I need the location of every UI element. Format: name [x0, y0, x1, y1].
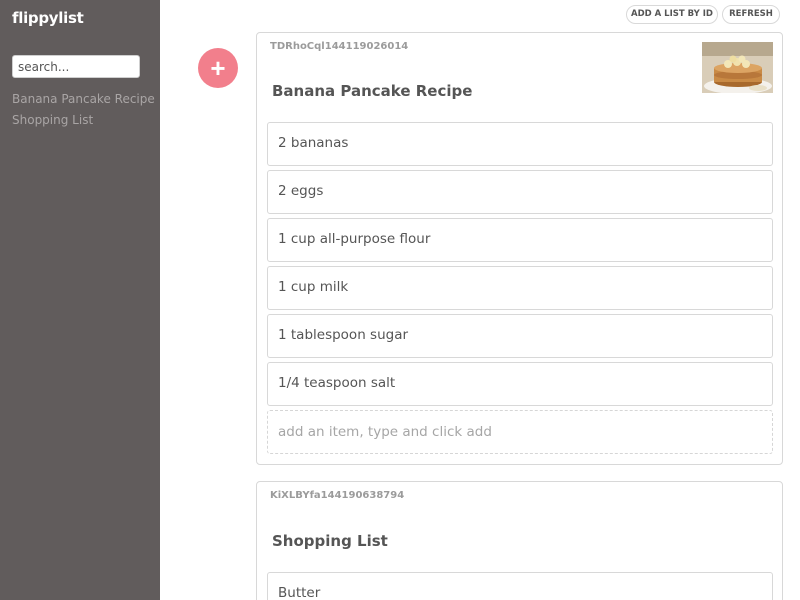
list-items: 2 bananas 2 eggs 1 cup all-purpose flour…	[267, 122, 773, 454]
list-item[interactable]: 2 bananas	[267, 122, 773, 166]
list-item[interactable]: 2 eggs	[267, 170, 773, 214]
sidebar-list-nav: Banana Pancake Recipe Shopping List	[12, 89, 155, 131]
refresh-button[interactable]: REFRESH	[722, 5, 780, 24]
list-item[interactable]: 1/4 teaspoon salt	[267, 362, 773, 406]
list-card-banana-pancake-recipe: TDRhoCql144119026014 Banana Pancake Reci…	[256, 32, 783, 465]
sidebar-item-shopping-list[interactable]: Shopping List	[12, 110, 155, 131]
add-item-input[interactable]	[267, 410, 773, 454]
list-id: KiXLBYfa144190638794	[270, 490, 405, 501]
add-list-button[interactable]: +	[198, 48, 238, 88]
pancake-photo-icon	[702, 42, 773, 93]
list-item[interactable]: Butter	[267, 572, 773, 600]
list-item[interactable]: 1 tablespoon sugar	[267, 314, 773, 358]
list-title[interactable]: Shopping List	[272, 532, 388, 550]
list-title[interactable]: Banana Pancake Recipe	[272, 82, 472, 100]
pancake-image	[702, 42, 773, 93]
add-list-by-id-button[interactable]: ADD A LIST BY ID	[626, 5, 718, 24]
list-item[interactable]: 1 cup all-purpose flour	[267, 218, 773, 262]
sidebar-item-banana-pancake-recipe[interactable]: Banana Pancake Recipe	[12, 89, 155, 110]
app-logo[interactable]: flippylist	[12, 9, 84, 27]
search-input[interactable]	[12, 55, 140, 78]
plus-icon: +	[210, 53, 226, 83]
list-items: Butter	[267, 572, 773, 600]
list-item[interactable]: 1 cup milk	[267, 266, 773, 310]
list-id: TDRhoCql144119026014	[270, 41, 409, 52]
sidebar: flippylist Banana Pancake Recipe Shoppin…	[0, 0, 160, 600]
list-card-shopping-list: KiXLBYfa144190638794 Shopping List Butte…	[256, 481, 783, 600]
